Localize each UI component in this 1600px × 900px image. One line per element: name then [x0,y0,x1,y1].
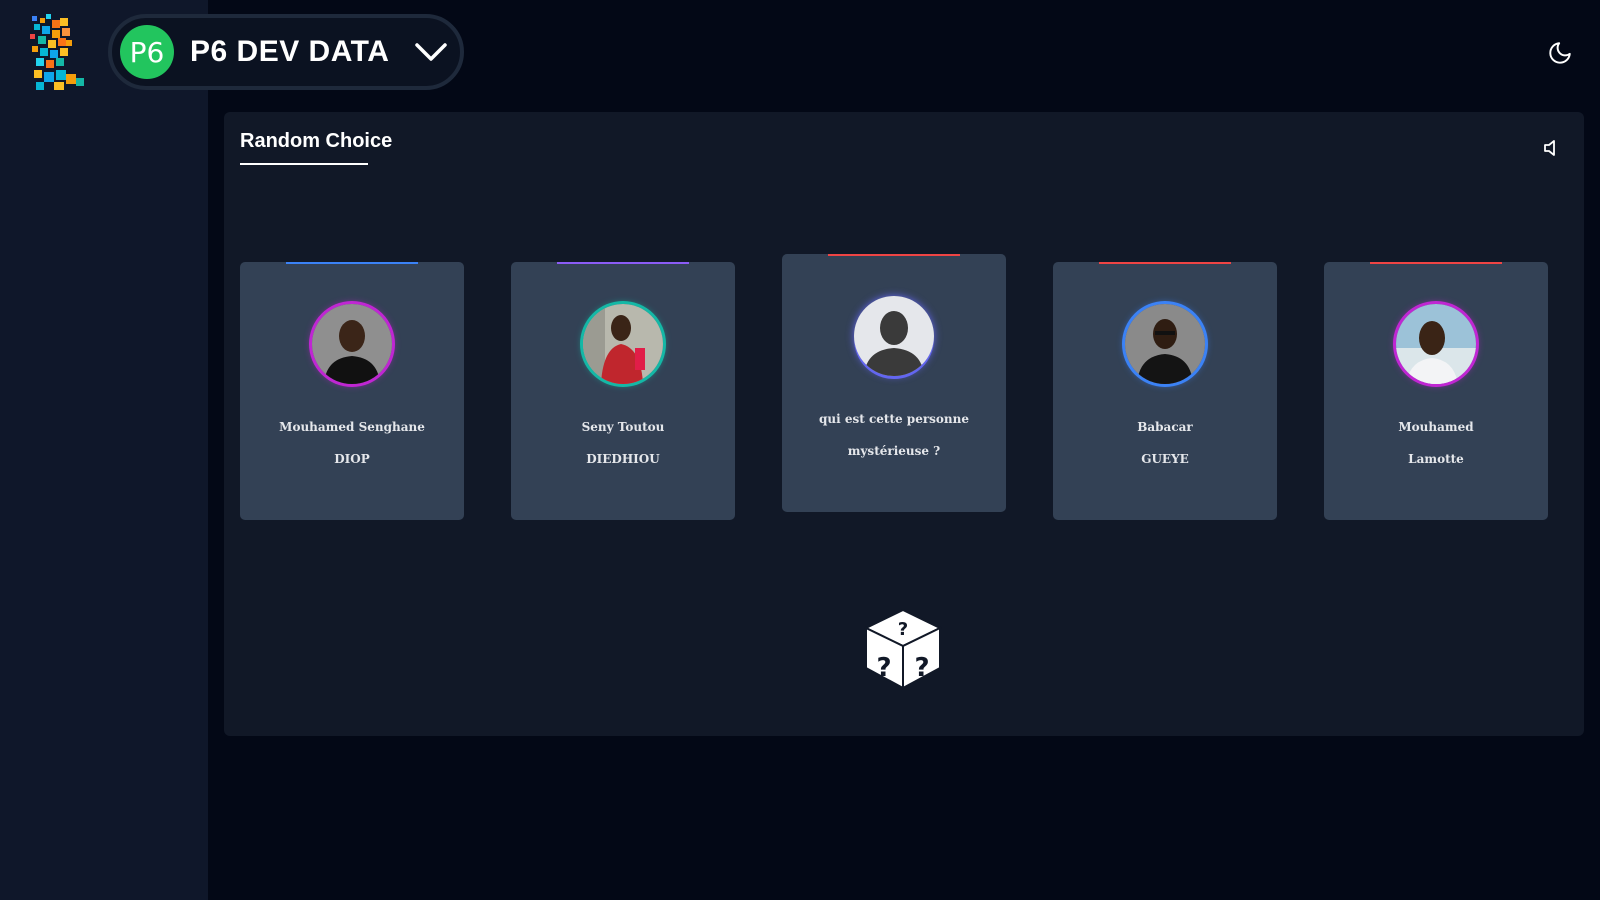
candidate-card-mystery[interactable]: qui est cette personne mystérieuse ? [782,254,1006,512]
team-switcher[interactable]: P6 P6 DEV DATA [108,14,464,90]
svg-text:?: ? [898,619,908,640]
panel-title: Random Choice [240,130,393,152]
svg-text:?: ? [876,653,891,683]
speaker-icon[interactable] [1542,138,1562,158]
card-first-name: Mouhamed Senghane [279,420,425,434]
avatar [1396,304,1476,384]
sidebar [0,0,208,900]
card-last-name: DIEDHIOU [586,452,660,466]
candidate-card[interactable]: Babacar GUEYE [1053,262,1277,520]
card-last-name: GUEYE [1141,452,1189,466]
card-first-name: Mouhamed [1398,420,1474,434]
card-first-name: Seny Toutou [581,420,665,434]
team-badge: P6 [120,25,174,79]
title-underline [240,163,368,165]
app-logo[interactable] [26,14,90,92]
card-accent-line [1370,262,1502,264]
card-accent-line [828,254,960,256]
dice-question-icon[interactable]: ? ? ? [862,606,944,690]
avatar [312,304,392,384]
pixel-head-logo-icon [30,14,84,90]
card-first-name: qui est cette personne [819,412,969,426]
moon-icon[interactable] [1547,40,1573,66]
team-name: P6 DEV DATA [190,35,390,68]
chevron-down-icon[interactable] [415,42,448,62]
avatar [583,304,663,384]
card-accent-line [1099,262,1231,264]
card-accent-line [286,262,418,264]
card-accent-line [557,262,689,264]
svg-text:?: ? [914,653,929,683]
card-last-name: DIOP [334,452,370,466]
candidate-card[interactable]: Mouhamed Senghane DIOP [240,262,464,520]
card-last-name: Lamotte [1408,452,1464,466]
avatar [1125,304,1205,384]
card-first-name: Babacar [1137,420,1193,434]
candidate-card[interactable]: Seny Toutou DIEDHIOU [511,262,735,520]
avatar [854,296,934,376]
card-last-name: mystérieuse ? [847,444,941,458]
candidate-card[interactable]: Mouhamed Lamotte [1324,262,1548,520]
